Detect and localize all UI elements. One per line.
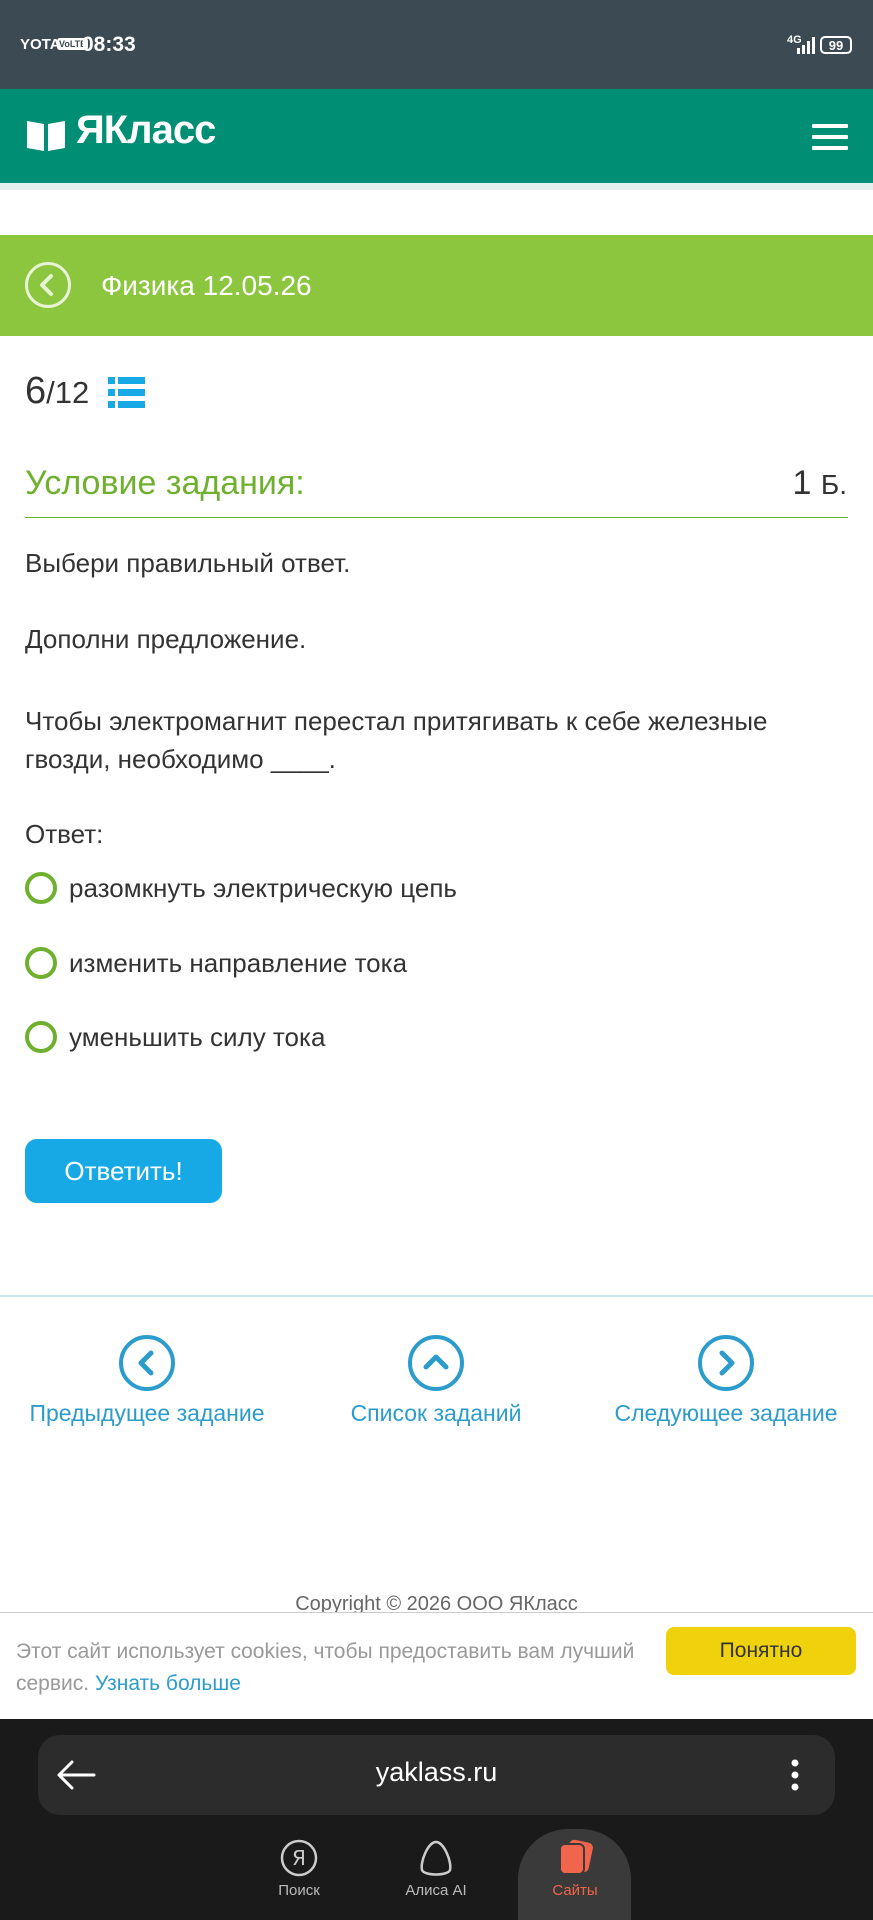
tab-search[interactable]: Я Поиск: [244, 1838, 354, 1899]
task-points: 1 Б.: [792, 464, 847, 503]
task-list-link[interactable]: Список заданий: [306, 1334, 566, 1427]
cookie-message: Этот сайт использует cookies, чтобы пред…: [16, 1636, 656, 1700]
sites-cards-icon: [559, 1839, 593, 1875]
url-text[interactable]: yaklass.ru: [0, 1757, 873, 1788]
answer-option-label: разомкнуть электрическую цепь: [69, 872, 457, 903]
lesson-back-button[interactable]: [25, 262, 71, 308]
tab-alice[interactable]: Алиса AI: [381, 1838, 491, 1899]
chevron-right-circle-icon[interactable]: [697, 1334, 755, 1392]
chevron-up-circle-icon[interactable]: [407, 1334, 465, 1392]
task-list-label[interactable]: Список заданий: [351, 1400, 522, 1427]
navigation-divider: [0, 1295, 873, 1297]
task-list-icon[interactable]: [108, 376, 145, 410]
lesson-title: Физика 12.05.26: [101, 270, 312, 301]
tab-alice-label: Алиса AI: [405, 1882, 467, 1899]
more-vertical-icon[interactable]: [790, 1758, 800, 1792]
task-total: /12: [46, 375, 90, 410]
submit-answer-button[interactable]: Ответить!: [25, 1139, 222, 1203]
chevron-left-circle-icon[interactable]: [118, 1334, 176, 1392]
cookie-accept-button[interactable]: Понятно: [666, 1627, 856, 1675]
answer-option-label: уменьшить силу тока: [69, 1021, 326, 1052]
task-instruction: Выбери правильный ответ.: [25, 548, 351, 578]
condition-divider: [25, 517, 848, 518]
task-supplement: Дополни предложение.: [25, 624, 307, 654]
points-unit: Б.: [820, 469, 847, 500]
answer-option[interactable]: уменьшить силу тока: [25, 1017, 325, 1057]
radio-button[interactable]: [25, 872, 57, 904]
cookie-learn-more-link[interactable]: Узнать больше: [95, 1672, 241, 1695]
battery-icon: 99: [820, 36, 852, 54]
book-logo-icon[interactable]: [25, 118, 67, 152]
radio-button[interactable]: [25, 947, 57, 979]
site-logo-text[interactable]: ЯКласс: [76, 108, 216, 153]
answer-option[interactable]: разомкнуть электрическую цепь: [25, 868, 457, 908]
next-task-link[interactable]: Следующее задание: [596, 1334, 856, 1427]
prev-task-link[interactable]: Предыдущее задание: [17, 1334, 277, 1427]
answer-label: Ответ:: [25, 819, 104, 849]
radio-button[interactable]: [25, 1021, 57, 1053]
status-time: 08:33: [82, 33, 136, 56]
signal-icon: [797, 37, 815, 54]
prev-task-label[interactable]: Предыдущее задание: [29, 1400, 264, 1427]
answer-option-label: изменить направление тока: [69, 947, 408, 978]
points-value: 1: [792, 464, 812, 502]
yandex-search-icon: Я: [280, 1839, 318, 1877]
alice-assistant-icon: [420, 1840, 452, 1876]
header-divider: [0, 183, 873, 190]
tab-sites[interactable]: Сайты: [520, 1838, 630, 1899]
chevron-left-icon: [40, 274, 53, 296]
tab-sites-label: Сайты: [552, 1882, 598, 1899]
answer-option[interactable]: изменить направление тока: [25, 943, 407, 983]
condition-heading: Условие задания:: [25, 464, 305, 502]
task-current: 6: [25, 370, 47, 412]
task-counter: 6/12: [25, 370, 89, 413]
tab-search-label: Поиск: [278, 1882, 320, 1899]
status-carrier: YOTA: [20, 36, 61, 53]
svg-text:Я: Я: [292, 1846, 306, 1870]
task-question: Чтобы электромагнит перестал притягивать…: [25, 706, 768, 774]
next-task-label[interactable]: Следующее задание: [614, 1400, 837, 1427]
hamburger-menu-icon[interactable]: [812, 122, 848, 152]
